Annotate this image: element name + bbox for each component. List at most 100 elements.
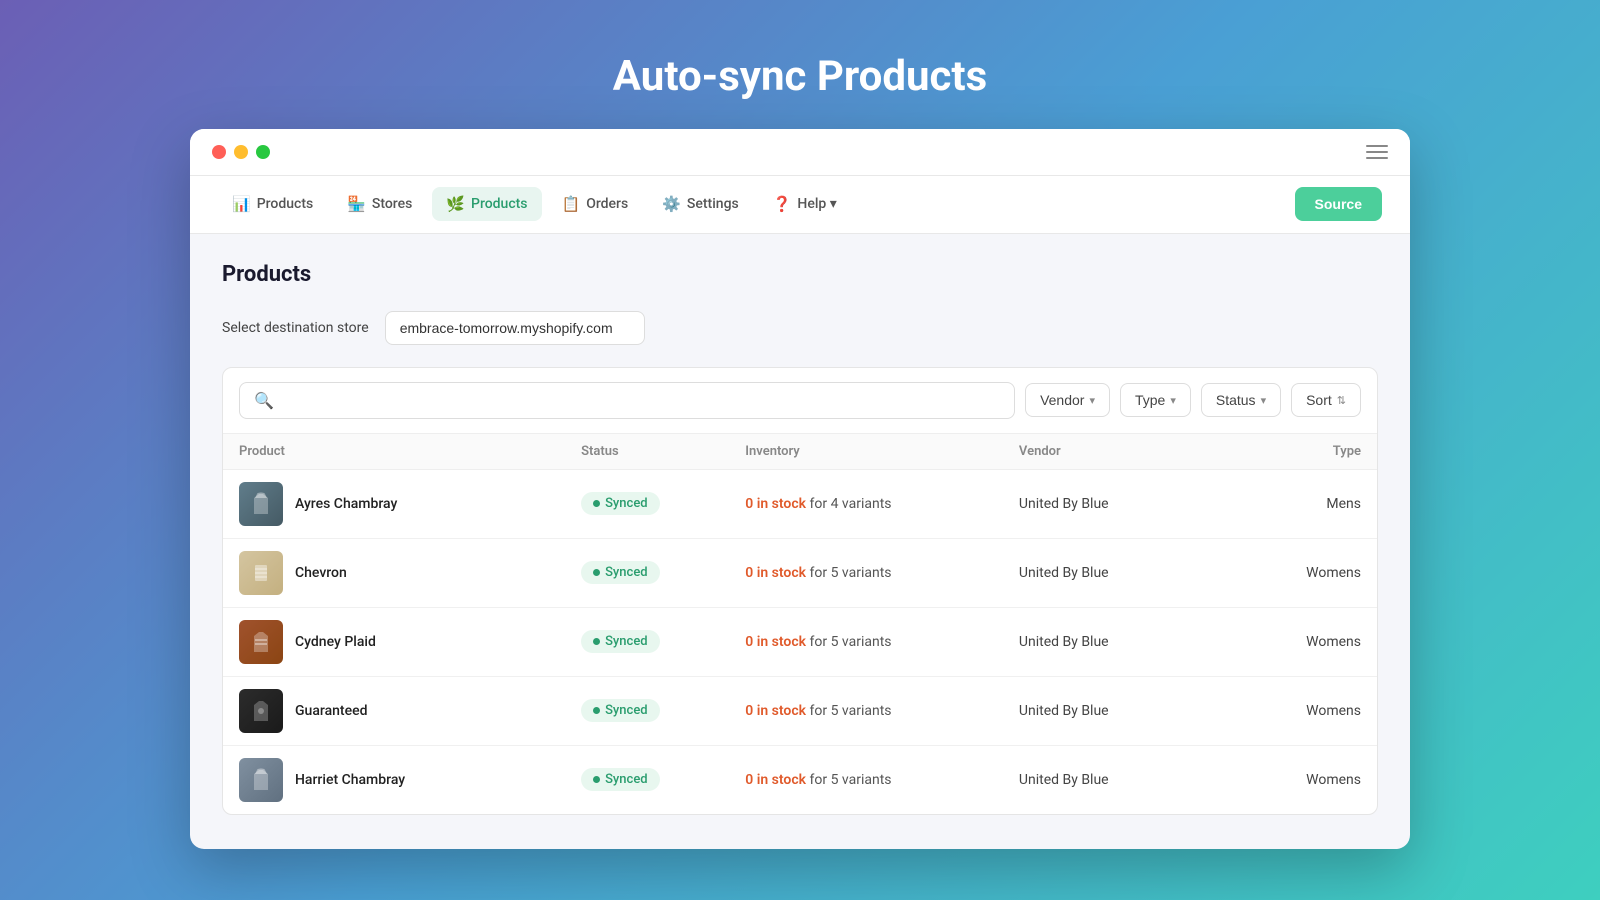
status-text: Synced	[605, 703, 648, 718]
nav-item-dashboard[interactable]: 📊 Products	[218, 187, 327, 221]
nav-label-dashboard: Products	[257, 196, 314, 212]
vendor-filter-button[interactable]: Vendor ▾	[1025, 383, 1110, 417]
status-filter-button[interactable]: Status ▾	[1201, 383, 1281, 417]
status-text: Synced	[605, 565, 648, 580]
app-window: 📊 Products 🏪 Stores 🌿 Products 📋 Orders …	[190, 129, 1410, 849]
col-status: Status	[581, 444, 745, 459]
status-dot	[593, 569, 600, 576]
inventory-suffix: for 5 variants	[806, 703, 891, 719]
maximize-button[interactable]	[256, 145, 270, 159]
nav-label-stores: Stores	[372, 196, 412, 212]
status-dot	[593, 707, 600, 714]
inventory-zero: 0 in stock	[745, 772, 806, 788]
nav-label-orders: Orders	[586, 196, 628, 212]
products-table-container: 🔍 Vendor ▾ Type ▾ Status ▾ Sort ⇅	[222, 367, 1378, 815]
search-input[interactable]	[282, 392, 1000, 408]
traffic-lights	[212, 145, 270, 159]
nav-item-orders[interactable]: 📋 Orders	[548, 187, 643, 221]
vendor-cell: United By Blue	[1019, 634, 1224, 650]
nav-item-products[interactable]: 🌿 Products	[432, 187, 541, 221]
status-badge: Synced	[581, 699, 660, 722]
nav-item-stores[interactable]: 🏪 Stores	[333, 187, 426, 221]
help-icon: ❓	[773, 195, 792, 213]
nav-item-settings[interactable]: ⚙️ Settings	[648, 187, 753, 221]
product-cell: Guaranteed	[239, 689, 581, 733]
table-row[interactable]: Harriet Chambray Synced 0 in stock for 5…	[223, 746, 1377, 814]
orders-icon: 📋	[562, 195, 581, 213]
product-name: Chevron	[295, 565, 347, 581]
close-button[interactable]	[212, 145, 226, 159]
inventory-zero: 0 in stock	[745, 634, 806, 650]
type-cell: Womens	[1224, 703, 1361, 719]
status-filter-label: Status	[1216, 392, 1256, 408]
status-cell: Synced	[581, 630, 745, 653]
table-row[interactable]: Chevron Synced 0 in stock for 5 variants…	[223, 539, 1377, 608]
status-text: Synced	[605, 772, 648, 787]
status-badge: Synced	[581, 561, 660, 584]
status-dot	[593, 638, 600, 645]
type-cell: Womens	[1224, 634, 1361, 650]
content-area: Products Select destination store embrac…	[190, 234, 1410, 849]
product-thumbnail	[239, 620, 283, 664]
title-bar	[190, 129, 1410, 176]
product-cell: Chevron	[239, 551, 581, 595]
search-box: 🔍	[239, 382, 1015, 419]
store-select-row: Select destination store embrace-tomorro…	[222, 311, 1378, 345]
nav-item-help[interactable]: ❓ Help ▾	[759, 187, 851, 221]
type-filter-chevron: ▾	[1170, 394, 1176, 407]
inventory-suffix: for 5 variants	[806, 772, 891, 788]
table-row[interactable]: Guaranteed Synced 0 in stock for 5 varia…	[223, 677, 1377, 746]
nav-label-help: Help ▾	[797, 196, 836, 212]
product-cell: Cydney Plaid	[239, 620, 581, 664]
products-icon: 🌿	[446, 195, 465, 213]
type-filter-button[interactable]: Type ▾	[1120, 383, 1191, 417]
col-inventory: Inventory	[745, 444, 1019, 459]
status-badge: Synced	[581, 768, 660, 791]
inventory-zero: 0 in stock	[745, 496, 806, 512]
inventory-zero: 0 in stock	[745, 703, 806, 719]
hamburger-menu[interactable]	[1366, 145, 1388, 159]
vendor-filter-chevron: ▾	[1089, 394, 1095, 407]
page-title: Auto-sync Products	[613, 52, 987, 101]
product-cell: Harriet Chambray	[239, 758, 581, 802]
inventory-cell: 0 in stock for 5 variants	[745, 772, 1019, 788]
sort-chevron: ⇅	[1337, 394, 1346, 407]
inventory-cell: 0 in stock for 5 variants	[745, 634, 1019, 650]
product-thumbnail	[239, 689, 283, 733]
destination-store-select[interactable]: embrace-tomorrow.myshopify.com	[385, 311, 645, 345]
product-name: Cydney Plaid	[295, 634, 376, 650]
status-dot	[593, 500, 600, 507]
store-select-label: Select destination store	[222, 320, 369, 336]
type-filter-label: Type	[1135, 392, 1165, 408]
hamburger-line-3	[1366, 157, 1388, 159]
vendor-cell: United By Blue	[1019, 565, 1224, 581]
product-name: Ayres Chambray	[295, 496, 397, 512]
sort-button[interactable]: Sort ⇅	[1291, 383, 1361, 417]
nav-label-products: Products	[471, 196, 528, 212]
inventory-zero: 0 in stock	[745, 565, 806, 581]
source-button[interactable]: Source	[1295, 187, 1382, 221]
status-cell: Synced	[581, 561, 745, 584]
products-heading: Products	[222, 262, 1378, 287]
product-name: Guaranteed	[295, 703, 367, 719]
type-cell: Womens	[1224, 772, 1361, 788]
minimize-button[interactable]	[234, 145, 248, 159]
status-cell: Synced	[581, 492, 745, 515]
product-cell: Ayres Chambray	[239, 482, 581, 526]
vendor-cell: United By Blue	[1019, 703, 1224, 719]
col-type: Type	[1224, 444, 1361, 459]
inventory-suffix: for 5 variants	[806, 565, 891, 581]
inventory-cell: 0 in stock for 5 variants	[745, 565, 1019, 581]
type-cell: Womens	[1224, 565, 1361, 581]
sort-label: Sort	[1306, 392, 1332, 408]
vendor-cell: United By Blue	[1019, 772, 1224, 788]
status-dot	[593, 776, 600, 783]
product-thumbnail	[239, 758, 283, 802]
stores-icon: 🏪	[347, 195, 366, 213]
table-row[interactable]: Cydney Plaid Synced 0 in stock for 5 var…	[223, 608, 1377, 677]
table-row[interactable]: Ayres Chambray Synced 0 in stock for 4 v…	[223, 470, 1377, 539]
nav-label-settings: Settings	[687, 196, 739, 212]
status-text: Synced	[605, 634, 648, 649]
col-vendor: Vendor	[1019, 444, 1224, 459]
inventory-cell: 0 in stock for 4 variants	[745, 496, 1019, 512]
